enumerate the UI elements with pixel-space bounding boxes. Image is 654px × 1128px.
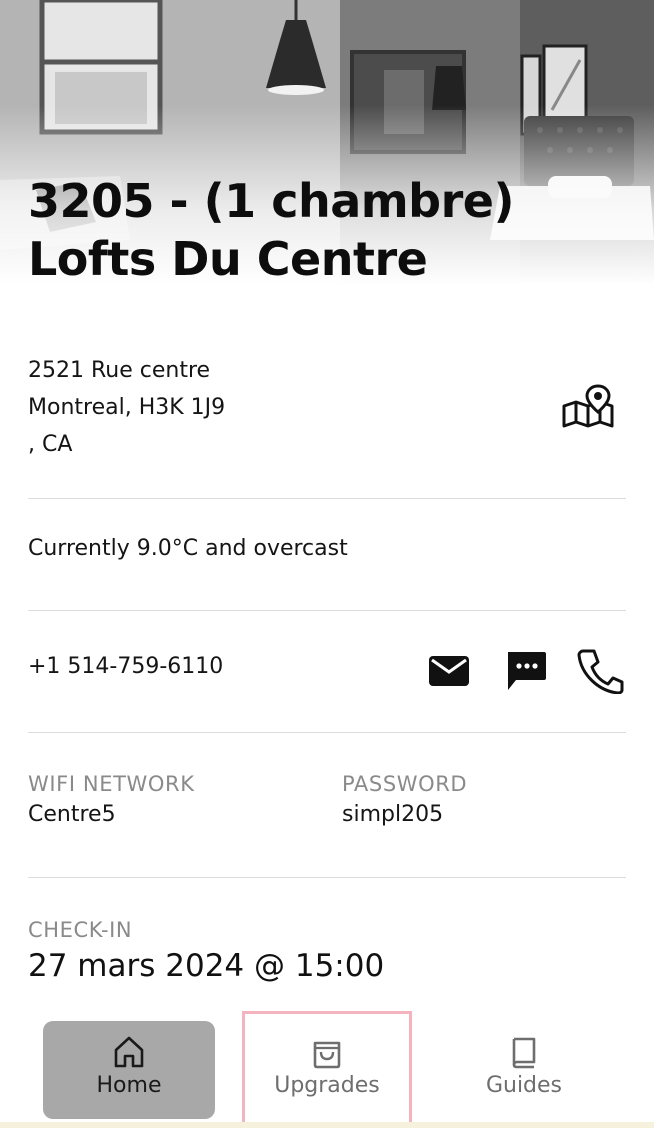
chat-icon[interactable] xyxy=(504,650,548,692)
divider xyxy=(28,877,626,878)
mail-icon[interactable] xyxy=(428,654,470,688)
nav-guides-button[interactable]: Guides xyxy=(438,1021,610,1119)
property-title-line2: Lofts Du Centre xyxy=(28,232,428,286)
property-title: 3205 - (1 chambre) Lofts Du Centre xyxy=(28,172,515,288)
wifi-network-label: WIFI NETWORK xyxy=(28,772,195,796)
checkin-value: 27 mars 2024 @ 15:00 xyxy=(28,948,385,984)
address-block: 2521 Rue centre Montreal, H3K 1J9 , CA xyxy=(28,352,626,463)
nav-home-button[interactable]: Home xyxy=(43,1021,215,1119)
property-title-line1: 3205 - (1 chambre) xyxy=(28,174,515,228)
divider xyxy=(28,498,626,499)
wifi-password-block: PASSWORD simpl205 xyxy=(342,772,467,827)
book-icon xyxy=(512,1037,536,1069)
bottom-strip xyxy=(0,1122,654,1128)
nav-home-label: Home xyxy=(96,1073,162,1098)
upgrades-highlight-frame xyxy=(242,1011,412,1125)
divider xyxy=(28,732,626,733)
divider xyxy=(28,610,626,611)
nav-guides-label: Guides xyxy=(485,1073,563,1098)
wifi-password-value: simpl205 xyxy=(342,802,444,827)
home-icon xyxy=(114,1036,144,1068)
address-line2: Montreal, H3K 1J9 xyxy=(28,395,226,420)
wifi-network-value: Centre5 xyxy=(28,802,116,827)
address-line3: , CA xyxy=(28,432,73,457)
wifi-network-block: WIFI NETWORK Centre5 xyxy=(28,772,195,827)
weather-text: Currently 9.0°C and overcast xyxy=(28,536,348,561)
phone-icon[interactable] xyxy=(576,648,624,694)
checkin-block: CHECK-IN 27 mars 2024 @ 15:00 xyxy=(28,918,384,984)
address-line1: 2521 Rue centre xyxy=(28,358,211,383)
map-pin-icon[interactable] xyxy=(560,384,616,430)
wifi-password-label: PASSWORD xyxy=(342,772,468,796)
checkin-label: CHECK-IN xyxy=(28,918,133,942)
